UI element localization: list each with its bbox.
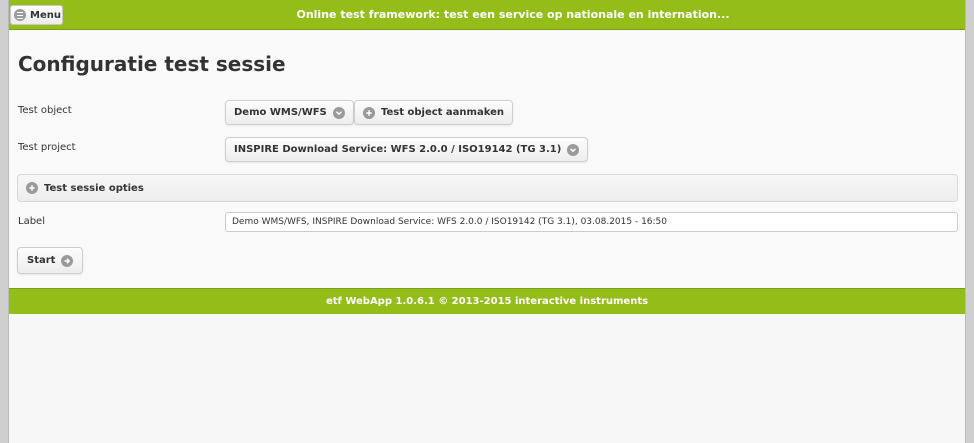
test-project-selected: INSPIRE Download Service: WFS 2.0.0 / IS… — [234, 144, 562, 155]
start-button[interactable]: Start — [17, 247, 84, 274]
footer-bar: etf WebApp 1.0.6.1 © 2013-2015 interacti… — [9, 288, 965, 314]
test-object-selected: Demo WMS/WFS — [234, 107, 327, 118]
menu-bars-icon — [14, 9, 26, 21]
test-object-label: Test object — [18, 105, 72, 116]
header-bar: Menu Online test framework: test een ser… — [9, 0, 965, 30]
app-frame: Menu Online test framework: test een ser… — [8, 0, 966, 443]
create-test-object-label: Test object aanmaken — [381, 107, 504, 118]
test-project-select[interactable]: INSPIRE Download Service: WFS 2.0.0 / IS… — [225, 137, 589, 162]
test-object-select[interactable]: Demo WMS/WFS — [225, 100, 354, 125]
footer-text: etf WebApp 1.0.6.1 © 2013-2015 interacti… — [325, 296, 649, 307]
chevron-down-circle-icon — [332, 106, 345, 119]
create-test-object-button[interactable]: Test object aanmaken — [354, 100, 513, 125]
menu-button[interactable]: Menu — [10, 5, 63, 25]
empty-area — [9, 314, 965, 443]
arrow-right-circle-icon — [61, 254, 74, 267]
test-session-options-label: Test sessie opties — [44, 182, 144, 194]
test-project-label: Test project — [18, 142, 76, 153]
menu-button-label: Menu — [30, 9, 61, 21]
label-input[interactable] — [225, 212, 958, 232]
chevron-down-circle-icon — [567, 143, 580, 156]
page-title: Configuratie test sessie — [18, 52, 286, 76]
plus-circle-icon — [26, 182, 38, 194]
start-button-label: Start — [27, 255, 56, 266]
header-title: Online test framework: test een service … — [296, 8, 730, 21]
main-content: Configuratie test sessie Test object Dem… — [9, 30, 965, 288]
test-session-options-toggle[interactable]: Test sessie opties — [17, 174, 958, 202]
label-field-label: Label — [18, 216, 45, 227]
plus-circle-icon — [363, 106, 375, 119]
